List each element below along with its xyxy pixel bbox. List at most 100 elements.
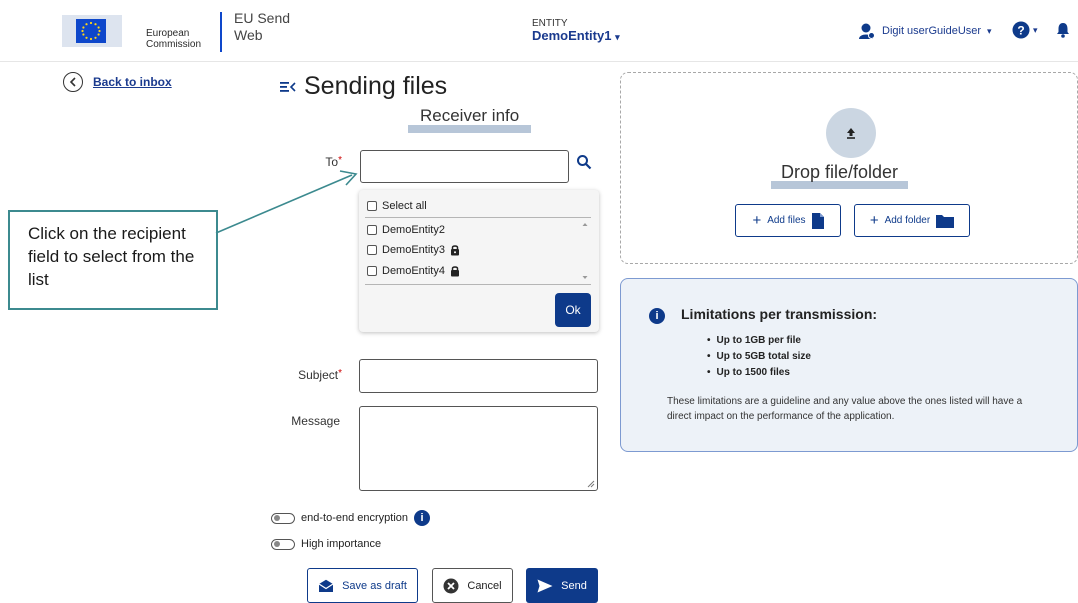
page-title-text: Sending files — [304, 72, 448, 100]
required-marker: * — [338, 368, 342, 379]
search-icon[interactable] — [576, 154, 592, 170]
dropdown-divider — [365, 217, 591, 218]
resize-handle-icon[interactable] — [587, 480, 595, 488]
european-commission-logo[interactable]: European Commission — [62, 12, 222, 52]
chevron-down-icon: ▾ — [615, 32, 620, 42]
recipient-option-label: DemoEntity4 — [382, 265, 445, 277]
plus-icon: + — [752, 211, 762, 229]
top-header: European Commission EU Send Web ENTITY D… — [0, 0, 1078, 62]
entity-selector[interactable]: ENTITY DemoEntity1 ▾ — [532, 18, 620, 44]
recipient-checkbox[interactable] — [367, 245, 377, 255]
high-importance-row: High importance — [271, 538, 381, 550]
logo-line1: European — [146, 28, 190, 39]
chevron-down-icon: ▾ — [1033, 24, 1038, 35]
recipient-option-label: DemoEntity2 — [382, 224, 445, 236]
user-icon — [859, 23, 875, 39]
high-importance-label: High importance — [301, 538, 382, 550]
bell-icon[interactable] — [1056, 22, 1070, 38]
svg-text:?: ? — [1017, 24, 1024, 38]
e2e-encryption-toggle[interactable] — [271, 512, 295, 524]
recipient-option-label: DemoEntity3 — [382, 244, 445, 256]
folder-icon — [936, 214, 955, 228]
user-name: Digit userGuideUser — [882, 25, 982, 37]
to-input[interactable] — [360, 150, 569, 183]
limitations-title: Limitations per transmission: — [681, 306, 878, 322]
add-folder-label: Add folder — [884, 215, 931, 226]
chevron-down-icon: ▾ — [987, 25, 992, 36]
info-icon[interactable]: i — [414, 510, 431, 526]
section-title-receiver: Receiver info — [408, 107, 532, 133]
cancel-button[interactable]: Cancel — [432, 568, 513, 603]
add-folder-button[interactable]: + Add folder — [854, 204, 970, 237]
envelope-open-icon — [318, 579, 334, 592]
callout-arrow-icon — [215, 170, 358, 234]
cancel-label: Cancel — [467, 579, 502, 592]
app-name-line2: Web — [234, 27, 263, 43]
back-arrow-icon — [63, 72, 83, 92]
back-link-label[interactable]: Back to inbox — [93, 75, 172, 89]
close-circle-icon — [443, 578, 459, 593]
dropdown-scrollbar[interactable] — [581, 220, 589, 282]
entity-name: DemoEntity1 — [532, 28, 612, 43]
subject-label-text: Subject — [298, 368, 339, 382]
message-label: Message — [280, 414, 340, 428]
help-icon: ? — [1012, 21, 1030, 39]
recipient-option[interactable]: DemoEntity4 — [367, 265, 460, 277]
file-drop-zone[interactable]: Drop file/folder + Add files + Add folde… — [620, 72, 1078, 264]
recipient-option[interactable]: DemoEntity2 — [367, 224, 445, 236]
subject-label: Subject* — [280, 368, 342, 382]
message-textarea[interactable] — [359, 406, 598, 491]
upload-icon — [847, 128, 855, 139]
limitations-list: Up to 1GB per file Up to 5GB total size … — [707, 333, 811, 381]
limitation-item: Up to 1500 files — [707, 365, 811, 381]
limitation-item: Up to 5GB total size — [707, 349, 811, 365]
add-files-button[interactable]: + Add files — [735, 204, 841, 237]
message-label-text: Message — [291, 414, 340, 428]
app-name: EU Send Web — [234, 10, 290, 44]
select-all-label: Select all — [382, 200, 427, 212]
entity-value: DemoEntity1 ▾ — [532, 29, 620, 44]
lock-icon — [450, 245, 459, 256]
send-icon — [537, 579, 553, 592]
ok-button[interactable]: Ok — [555, 293, 591, 327]
send-button[interactable]: Send — [526, 568, 598, 603]
select-all-option[interactable]: Select all — [367, 200, 427, 212]
callout-text: Click on the recipient field to select f… — [28, 224, 195, 289]
header-divider — [220, 12, 222, 52]
required-marker: * — [338, 155, 342, 166]
help-menu[interactable]: ? ▾ — [1012, 21, 1038, 39]
back-to-inbox[interactable]: Back to inbox — [63, 72, 172, 92]
send-label: Send — [561, 579, 587, 592]
to-label: To* — [300, 155, 342, 169]
subject-input[interactable] — [359, 359, 598, 393]
limitations-note: These limitations are a guideline and an… — [667, 396, 1023, 422]
add-files-label: Add files — [767, 215, 806, 226]
collapse-menu-icon[interactable] — [280, 80, 296, 94]
save-draft-button[interactable]: Save as draft — [307, 568, 418, 603]
eu-flag-icon — [62, 15, 122, 47]
to-label-text: To — [325, 155, 339, 169]
user-menu[interactable]: Digit userGuideUser ▾ — [858, 22, 992, 40]
info-icon: i — [649, 308, 665, 324]
save-draft-label: Save as draft — [342, 579, 407, 592]
page-title: Sending files — [280, 72, 447, 101]
upload-button[interactable] — [826, 108, 876, 158]
select-all-checkbox[interactable] — [367, 201, 377, 211]
logo-line2: Commission — [146, 39, 202, 50]
high-importance-toggle[interactable] — [271, 538, 295, 550]
recipient-checkbox[interactable] — [367, 266, 377, 276]
limitations-panel: i Limitations per transmission: Up to 1G… — [620, 278, 1078, 452]
recipient-option[interactable]: DemoEntity3 — [367, 244, 460, 256]
instruction-callout: Click on the recipient field to select f… — [8, 210, 218, 310]
lock-icon — [450, 266, 459, 277]
file-icon — [811, 212, 824, 229]
drop-zone-title: Drop file/folder — [771, 163, 909, 189]
app-name-line1: EU Send — [234, 10, 291, 26]
recipient-dropdown: Select all DemoEntity2 DemoEntity3 DemoE… — [359, 190, 599, 332]
limitation-item: Up to 1GB per file — [707, 333, 811, 349]
e2e-encryption-label: end-to-end encryption — [301, 512, 409, 524]
recipient-checkbox[interactable] — [367, 225, 377, 235]
logo-text: European Commission — [146, 28, 201, 50]
plus-icon: + — [869, 211, 879, 229]
dropdown-divider — [365, 284, 591, 285]
